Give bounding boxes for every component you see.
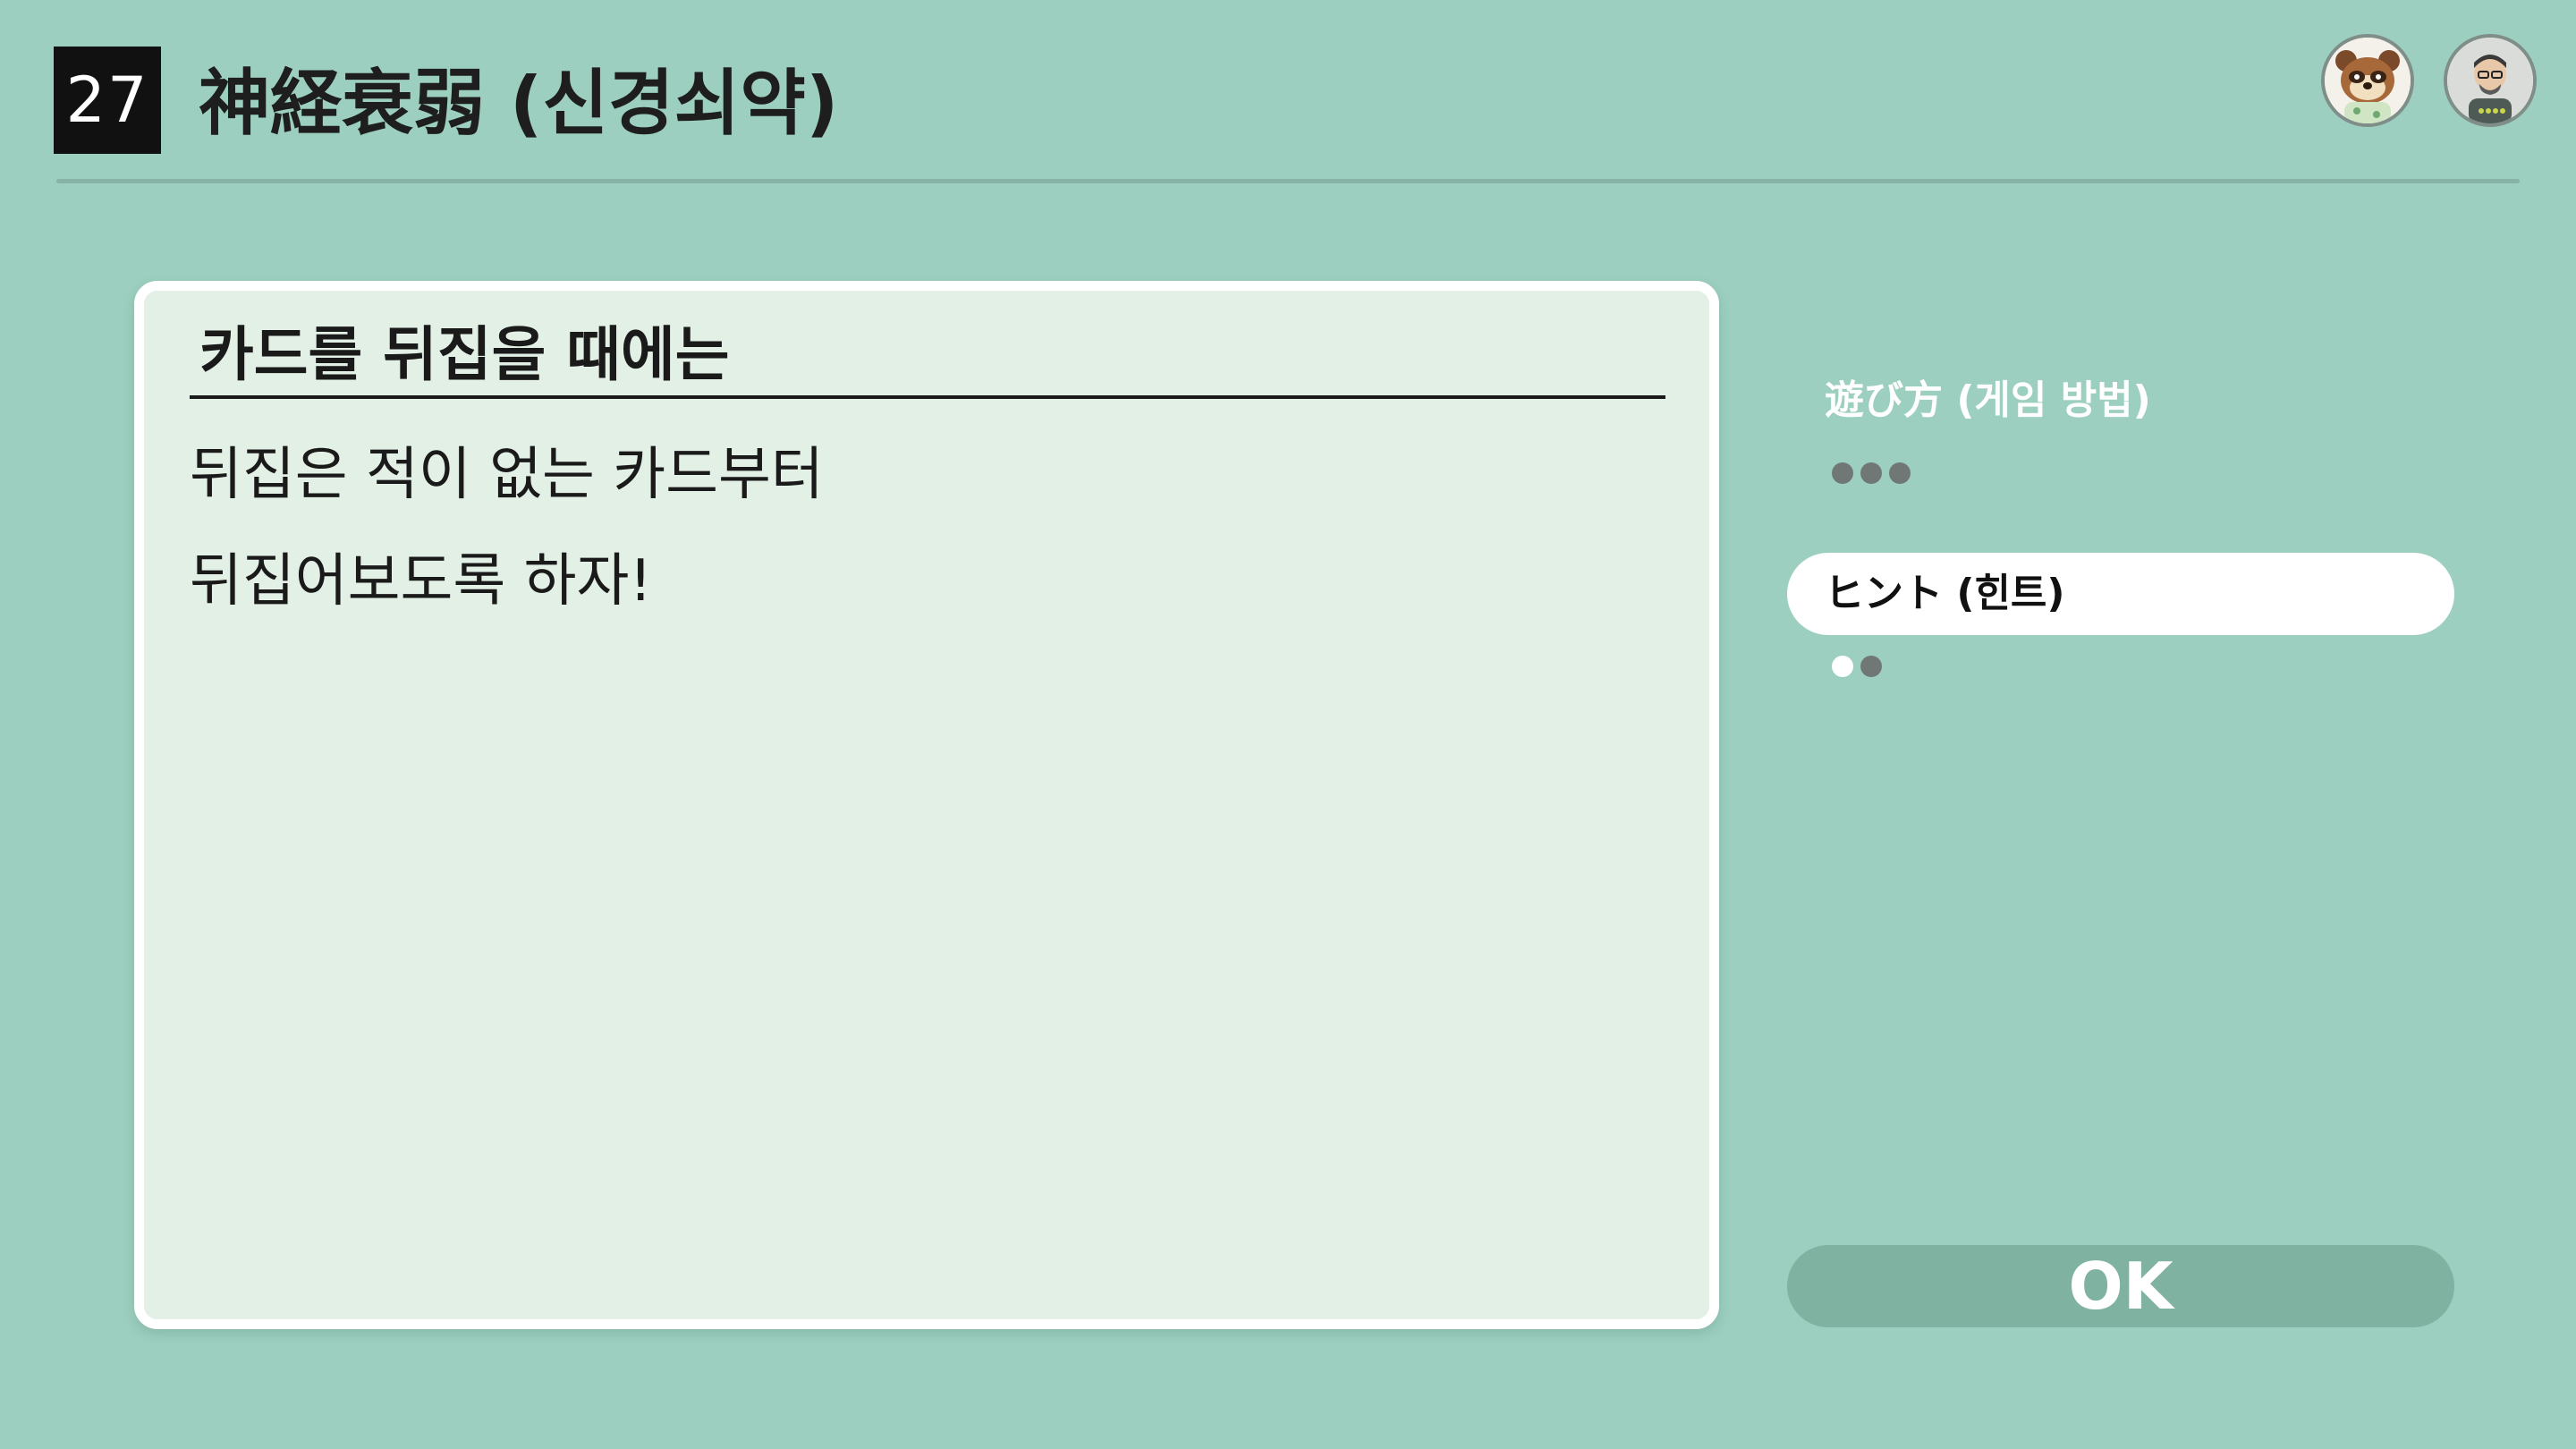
page-title: 神経衰弱 (신경쇠약) — [199, 62, 839, 145]
page-dot — [1860, 462, 1882, 484]
page-dot — [1889, 462, 1911, 484]
avatar-tanuki-icon — [2321, 34, 2414, 127]
header-divider — [56, 179, 2520, 183]
page-dot-active — [1832, 656, 1853, 677]
page-indicator-hint — [1832, 656, 1882, 679]
ok-button[interactable]: OK — [1787, 1245, 2454, 1327]
menu-item-how-to-play[interactable]: 遊び方 (게임 방법) — [1787, 360, 2454, 442]
panel-text-line: 뒤집어보도록 하자! — [190, 548, 653, 614]
page-dot — [1832, 462, 1853, 484]
hint-panel: 카드를 뒤집을 때에는 뒤집은 적이 없는 카드부터 뒤집어보도록 하자! — [134, 281, 1719, 1329]
page-dot — [1860, 656, 1882, 677]
menu-item-hint[interactable]: ヒント (힌트) — [1787, 553, 2454, 635]
panel-heading-underline — [190, 395, 1665, 399]
page-indicator-how-to-play — [1832, 462, 1911, 486]
panel-heading: 카드를 뒤집을 때에는 — [199, 320, 730, 389]
panel-text-line: 뒤집은 적이 없는 카드부터 — [190, 442, 824, 508]
avatar-player-icon — [2444, 34, 2537, 127]
stage-number-badge: 27 — [54, 47, 161, 154]
